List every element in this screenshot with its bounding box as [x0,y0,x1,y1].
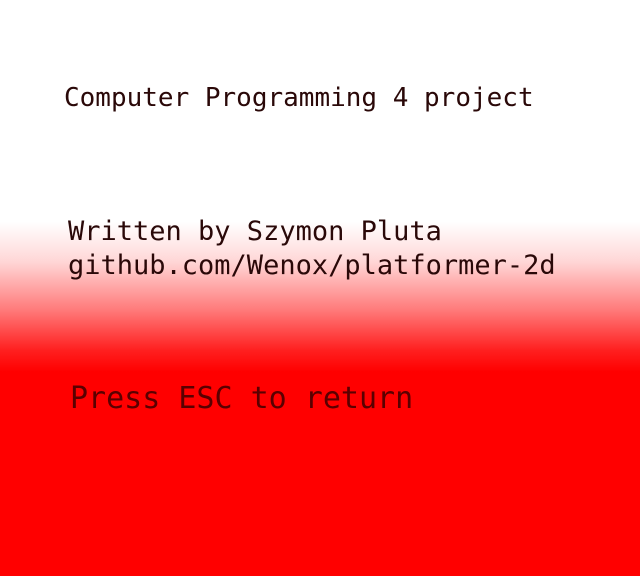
author-credit: Written by Szymon Pluta [68,216,442,247]
repository-link: github.com/Wenox/platformer-2d [68,250,556,281]
credits-screen: Computer Programming 4 project Written b… [0,0,640,576]
project-title: Computer Programming 4 project [64,83,534,113]
return-prompt: Press ESC to return [70,381,414,416]
